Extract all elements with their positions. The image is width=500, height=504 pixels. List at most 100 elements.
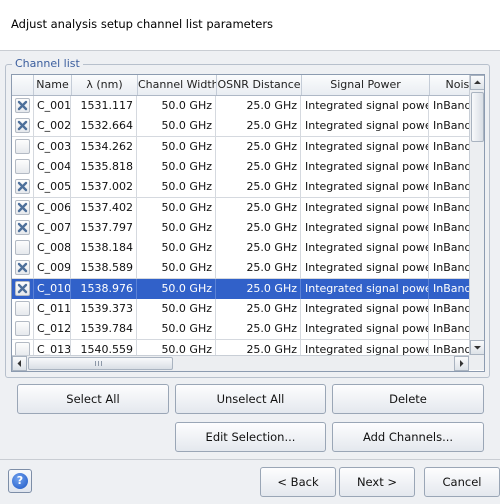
cell-wavelength: 1537.797 bbox=[72, 217, 137, 238]
header-channel-width[interactable]: Channel Width bbox=[138, 75, 217, 95]
row-checkbox[interactable] bbox=[15, 240, 30, 256]
cell-name: C_002 bbox=[34, 116, 71, 137]
cell-channel-width: 50.0 GHz bbox=[138, 96, 216, 116]
cancel-button[interactable]: Cancel bbox=[424, 467, 500, 497]
row-checkbox[interactable] bbox=[15, 138, 30, 154]
cell-signal-power: Integrated signal power bbox=[302, 258, 429, 279]
help-icon: ? bbox=[12, 473, 28, 489]
row-checkbox[interactable] bbox=[15, 219, 30, 235]
cell-wavelength: 1532.664 bbox=[72, 116, 137, 137]
cell-signal-power: Integrated signal power bbox=[302, 136, 429, 157]
help-button[interactable]: ? bbox=[8, 469, 32, 493]
table-row[interactable]: C_002 1532.664 50.0 GHz 25.0 GHz Integrated … bbox=[12, 116, 471, 138]
cell-signal-power: Integrated signal power bbox=[302, 197, 429, 218]
row-checkbox[interactable] bbox=[15, 179, 30, 195]
arrow-right-icon[interactable] bbox=[454, 356, 469, 371]
row-checkbox[interactable] bbox=[15, 301, 30, 316]
table-row[interactable]: C_011 1539.373 50.0 GHz 25.0 GHz Integrated … bbox=[12, 299, 471, 320]
cell-signal-power: Integrated signal power bbox=[302, 116, 429, 137]
vertical-scroll-thumb[interactable] bbox=[471, 92, 484, 142]
table-row[interactable]: C_004 1535.818 50.0 GHz 25.0 GHz Integrated … bbox=[12, 156, 471, 178]
cell-signal-power: Integrated signal power bbox=[302, 177, 429, 198]
table-row[interactable]: C_005 1537.002 50.0 GHz 25.0 GHz Integrated … bbox=[12, 177, 471, 199]
cell-name: C_010 bbox=[34, 278, 71, 299]
cell-checkbox bbox=[12, 217, 34, 238]
row-checkbox[interactable] bbox=[15, 321, 30, 337]
cell-name: C_006 bbox=[34, 197, 71, 218]
channel-list-group-title: Channel list bbox=[12, 58, 83, 70]
cell-channel-width: 50.0 GHz bbox=[138, 319, 216, 340]
header-osnr-distance[interactable]: OSNR Distance bbox=[217, 75, 302, 95]
row-checkbox[interactable] bbox=[15, 199, 30, 215]
table-row[interactable]: C_008 1538.184 50.0 GHz 25.0 GHz Integrated … bbox=[12, 238, 471, 260]
arrow-left-icon[interactable] bbox=[12, 356, 27, 371]
cell-name: C_005 bbox=[34, 177, 71, 198]
cell-channel-width: 50.0 GHz bbox=[138, 258, 216, 279]
cell-signal-power: Integrated signal power bbox=[302, 156, 429, 177]
horizontal-scrollbar[interactable] bbox=[12, 355, 469, 371]
next-button[interactable]: Next > bbox=[339, 467, 415, 497]
cell-name: C_008 bbox=[34, 238, 71, 259]
cell-signal-power: Integrated signal power bbox=[302, 278, 429, 299]
cell-wavelength: 1538.184 bbox=[72, 238, 137, 259]
header-wavelength[interactable]: λ (nm) bbox=[72, 75, 138, 95]
cell-signal-power: Integrated signal power bbox=[302, 217, 429, 238]
edit-selection-button[interactable]: Edit Selection... bbox=[175, 422, 326, 452]
cell-channel-width: 50.0 GHz bbox=[138, 238, 216, 259]
cell-wavelength: 1535.818 bbox=[72, 156, 137, 177]
cell-checkbox bbox=[12, 278, 34, 299]
cell-checkbox bbox=[12, 319, 34, 340]
table-row[interactable]: C_010 1538.976 50.0 GHz 25.0 GHz Integrated … bbox=[12, 278, 471, 300]
scrollbar-corner bbox=[469, 355, 484, 370]
row-checkbox[interactable] bbox=[15, 158, 30, 174]
cell-checkbox bbox=[12, 258, 34, 279]
table-row[interactable]: C_009 1538.589 50.0 GHz 25.0 GHz Integrated … bbox=[12, 258, 471, 280]
vertical-scrollbar[interactable] bbox=[469, 75, 484, 355]
cell-signal-power: Integrated signal power bbox=[302, 299, 429, 319]
header-name[interactable]: Name bbox=[34, 75, 72, 95]
cell-channel-width: 50.0 GHz bbox=[138, 177, 216, 198]
cell-osnr-distance: 25.0 GHz bbox=[217, 278, 301, 299]
cell-wavelength: 1537.002 bbox=[72, 177, 137, 198]
table-row[interactable]: C_003 1534.262 50.0 GHz 25.0 GHz Integrated … bbox=[12, 136, 471, 158]
cell-checkbox bbox=[12, 238, 34, 259]
add-channels-button[interactable]: Add Channels... bbox=[332, 422, 484, 452]
cell-osnr-distance: 25.0 GHz bbox=[217, 217, 301, 238]
table-row[interactable]: C_012 1539.784 50.0 GHz 25.0 GHz Integrated … bbox=[12, 319, 471, 341]
arrow-down-icon[interactable] bbox=[470, 340, 484, 355]
cell-checkbox bbox=[12, 156, 34, 177]
cell-name: C_007 bbox=[34, 217, 71, 238]
channel-grid: Name λ (nm) Channel Width OSNR Distance … bbox=[11, 74, 485, 372]
cell-osnr-distance: 25.0 GHz bbox=[217, 136, 301, 157]
table-row[interactable]: C_007 1537.797 50.0 GHz 25.0 GHz Integrated … bbox=[12, 217, 471, 239]
cell-name: C_003 bbox=[34, 136, 71, 157]
cell-channel-width: 50.0 GHz bbox=[138, 299, 216, 319]
dialog-footer: ? < Back Next > Cancel bbox=[0, 459, 500, 504]
cell-osnr-distance: 25.0 GHz bbox=[217, 258, 301, 279]
cell-signal-power: Integrated signal power bbox=[302, 319, 429, 340]
back-button[interactable]: < Back bbox=[260, 467, 336, 497]
channel-list-group: Channel list Name λ (nm) Channel Width O… bbox=[5, 58, 490, 378]
table-row[interactable]: C_006 1537.402 50.0 GHz 25.0 GHz Integrated … bbox=[12, 197, 471, 219]
cell-wavelength: 1531.117 bbox=[72, 96, 137, 116]
cell-wavelength: 1534.262 bbox=[72, 136, 137, 157]
cell-osnr-distance: 25.0 GHz bbox=[217, 299, 301, 319]
horizontal-scroll-thumb[interactable] bbox=[28, 357, 173, 370]
unselect-all-button[interactable]: Unselect All bbox=[175, 384, 326, 414]
row-checkbox[interactable] bbox=[15, 118, 30, 134]
header-checkbox-column[interactable] bbox=[12, 75, 34, 95]
cell-checkbox bbox=[12, 116, 34, 137]
cell-wavelength: 1538.589 bbox=[72, 258, 137, 279]
header-signal-power[interactable]: Signal Power bbox=[302, 75, 430, 95]
cell-wavelength: 1539.784 bbox=[72, 319, 137, 340]
row-checkbox[interactable] bbox=[15, 98, 30, 113]
cell-checkbox bbox=[12, 177, 34, 198]
select-all-button[interactable]: Select All bbox=[17, 384, 169, 414]
cell-wavelength: 1537.402 bbox=[72, 197, 137, 218]
arrow-up-icon[interactable] bbox=[470, 75, 484, 90]
row-checkbox[interactable] bbox=[15, 260, 30, 276]
delete-button[interactable]: Delete bbox=[332, 384, 484, 414]
table-row[interactable]: C_001 1531.117 50.0 GHz 25.0 GHz Integrated … bbox=[12, 96, 471, 117]
cell-osnr-distance: 25.0 GHz bbox=[217, 197, 301, 218]
row-checkbox[interactable] bbox=[15, 280, 30, 296]
